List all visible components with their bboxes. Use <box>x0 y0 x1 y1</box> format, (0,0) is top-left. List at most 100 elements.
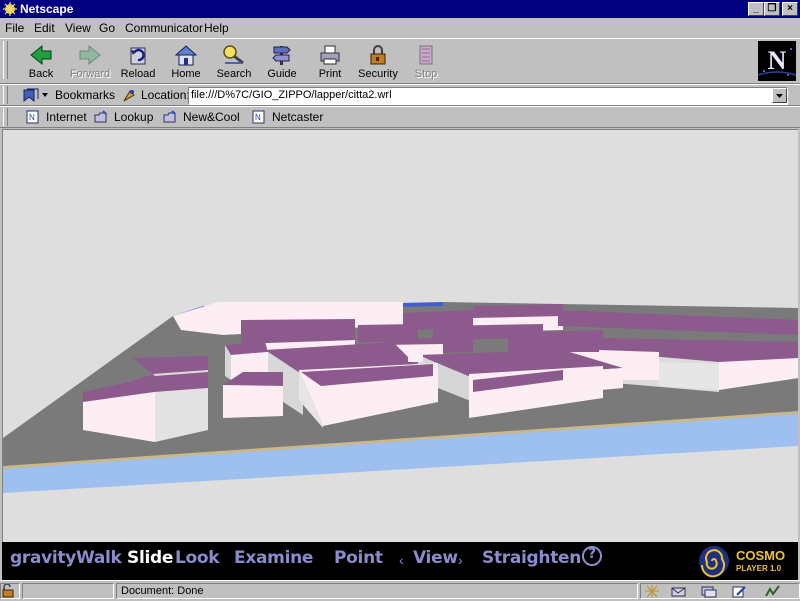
cosmo-straighten-button[interactable]: Straighten <box>482 548 581 568</box>
menu-communicator[interactable]: Communicator <box>125 21 203 35</box>
url-input[interactable]: file:///D%7C/GIO_ZIPPO/lapper/citta2.wrl <box>188 87 788 105</box>
back-label: Back <box>28 68 54 80</box>
forward-label: Forward <box>69 68 111 80</box>
minimize-button[interactable]: _ <box>748 2 764 16</box>
page-icon: N <box>26 110 39 124</box>
menu-help[interactable]: Help <box>204 21 229 35</box>
composer-icon[interactable] <box>731 585 747 598</box>
printer-icon <box>320 45 340 65</box>
location-label: Location: <box>141 88 190 102</box>
title-bar: Netscape _ ❐ × <box>0 0 800 18</box>
signature-icon[interactable] <box>765 585 781 598</box>
window-title: Netscape <box>20 2 74 16</box>
cosmo-logo-title: COSMO <box>736 548 786 563</box>
personal-item-newcool[interactable]: New&Cool <box>163 110 240 124</box>
stop-icon <box>419 45 433 65</box>
progress-area <box>22 583 114 599</box>
folder-icon <box>163 110 176 123</box>
forward-arrow-icon <box>79 44 101 66</box>
guide-icon <box>272 46 291 65</box>
personal-item-internet[interactable]: N Internet <box>26 110 87 124</box>
cosmo-spiral-icon <box>699 546 729 578</box>
page-icon: N <box>252 110 265 124</box>
close-button[interactable]: × <box>782 2 798 16</box>
print-label: Print <box>318 68 342 80</box>
location-grip[interactable] <box>3 86 8 104</box>
status-text: Document: Done <box>121 585 204 597</box>
personal-item-netcaster[interactable]: N Netcaster <box>252 110 323 124</box>
home-label: Home <box>171 68 201 80</box>
menu-edit[interactable]: Edit <box>34 21 55 35</box>
print-button[interactable]: Print <box>306 41 354 81</box>
forward-button[interactable]: Forward <box>66 41 114 81</box>
cosmo-player-nav-bar: gravity Walk Slide Look Examine Point ‹ … <box>2 542 798 580</box>
netscape-app-icon[interactable] <box>2 1 18 17</box>
bookmarks-icon[interactable] <box>22 87 50 103</box>
personal-label-newcool: New&Cool <box>183 110 240 124</box>
security-status[interactable] <box>0 583 20 599</box>
cosmo-help-button[interactable]: ? <box>582 546 602 566</box>
personal-item-lookup[interactable]: Lookup <box>94 110 153 124</box>
search-icon <box>223 45 244 65</box>
menu-file[interactable]: File <box>5 21 24 35</box>
cosmo-logo-subtitle: PLAYER 1.0 <box>736 564 782 573</box>
mailbox-icon[interactable] <box>671 585 687 598</box>
url-dropdown-button[interactable] <box>772 88 787 103</box>
stop-label: Stop <box>414 68 438 80</box>
svg-text:N: N <box>768 46 787 75</box>
guide-label: Guide <box>267 68 297 80</box>
reload-icon <box>130 47 146 65</box>
guide-button[interactable]: Guide <box>258 41 306 81</box>
stop-button[interactable]: Stop <box>402 41 450 81</box>
home-icon <box>174 45 198 66</box>
toolbar-grip[interactable] <box>3 41 8 79</box>
cosmo-help-label: ? <box>588 546 596 562</box>
bookmarks-label[interactable]: Bookmarks <box>55 88 115 102</box>
cosmo-point-button[interactable]: Point <box>334 548 383 568</box>
cosmo-slide-button[interactable]: Slide <box>127 548 173 568</box>
personal-grip[interactable] <box>3 108 8 126</box>
view-next-icon[interactable]: › <box>458 552 463 568</box>
menu-view[interactable]: View <box>65 21 91 35</box>
svg-text:N: N <box>29 113 35 122</box>
location-toolbar: Bookmarks Location: file:///D%7C/GIO_ZIP… <box>0 84 800 106</box>
search-button[interactable]: Search <box>210 41 258 81</box>
personal-label-internet: Internet <box>46 110 87 124</box>
netscape-throbber-logo[interactable]: N <box>757 41 797 81</box>
dropdown-arrow-icon <box>776 94 783 98</box>
cosmo-look-button[interactable]: Look <box>175 548 220 568</box>
home-button[interactable]: Home <box>162 41 210 81</box>
menu-go[interactable]: Go <box>99 21 115 35</box>
city-3d-scene <box>3 302 798 493</box>
vrml-3d-viewport[interactable] <box>2 129 798 542</box>
status-bar: Document: Done <box>0 580 800 600</box>
reload-button[interactable]: Reload <box>114 41 162 81</box>
personal-label-lookup: Lookup <box>114 110 154 124</box>
back-button[interactable]: Back <box>17 41 65 81</box>
security-button[interactable]: Security <box>354 41 402 81</box>
lock-icon <box>370 45 386 65</box>
navigator-icon[interactable] <box>645 585 659 598</box>
component-bar <box>640 583 800 599</box>
reload-label: Reload <box>120 68 156 80</box>
netscape-n-icon: N <box>757 41 797 81</box>
svg-text:N: N <box>255 113 261 122</box>
maximize-button[interactable]: ❐ <box>764 2 780 16</box>
status-text-panel: Document: Done <box>116 583 638 599</box>
view-prev-icon[interactable]: ‹ <box>399 552 404 568</box>
cosmo-player-logo: COSMO PLAYER 1.0 <box>696 544 792 578</box>
navigation-toolbar: Back Forward Reload Home Search Guide Pr… <box>0 38 800 84</box>
search-label: Search <box>216 68 252 80</box>
folder-icon <box>94 110 107 123</box>
personal-label-netcaster: Netcaster <box>272 110 324 124</box>
cosmo-gravity-button[interactable]: gravity <box>10 548 76 568</box>
location-page-icon[interactable] <box>121 87 137 103</box>
cosmo-examine-button[interactable]: Examine <box>234 548 313 568</box>
url-value: file:///D%7C/GIO_ZIPPO/lapper/citta2.wrl <box>191 89 392 101</box>
discussion-icon[interactable] <box>701 585 717 598</box>
cosmo-view-button[interactable]: View <box>413 548 458 568</box>
cosmo-walk-button[interactable]: Walk <box>76 548 122 568</box>
personal-toolbar: N Internet Lookup New&Cool N Netcaster <box>0 106 800 128</box>
security-label: Security <box>358 68 398 80</box>
back-arrow-icon <box>30 44 52 66</box>
